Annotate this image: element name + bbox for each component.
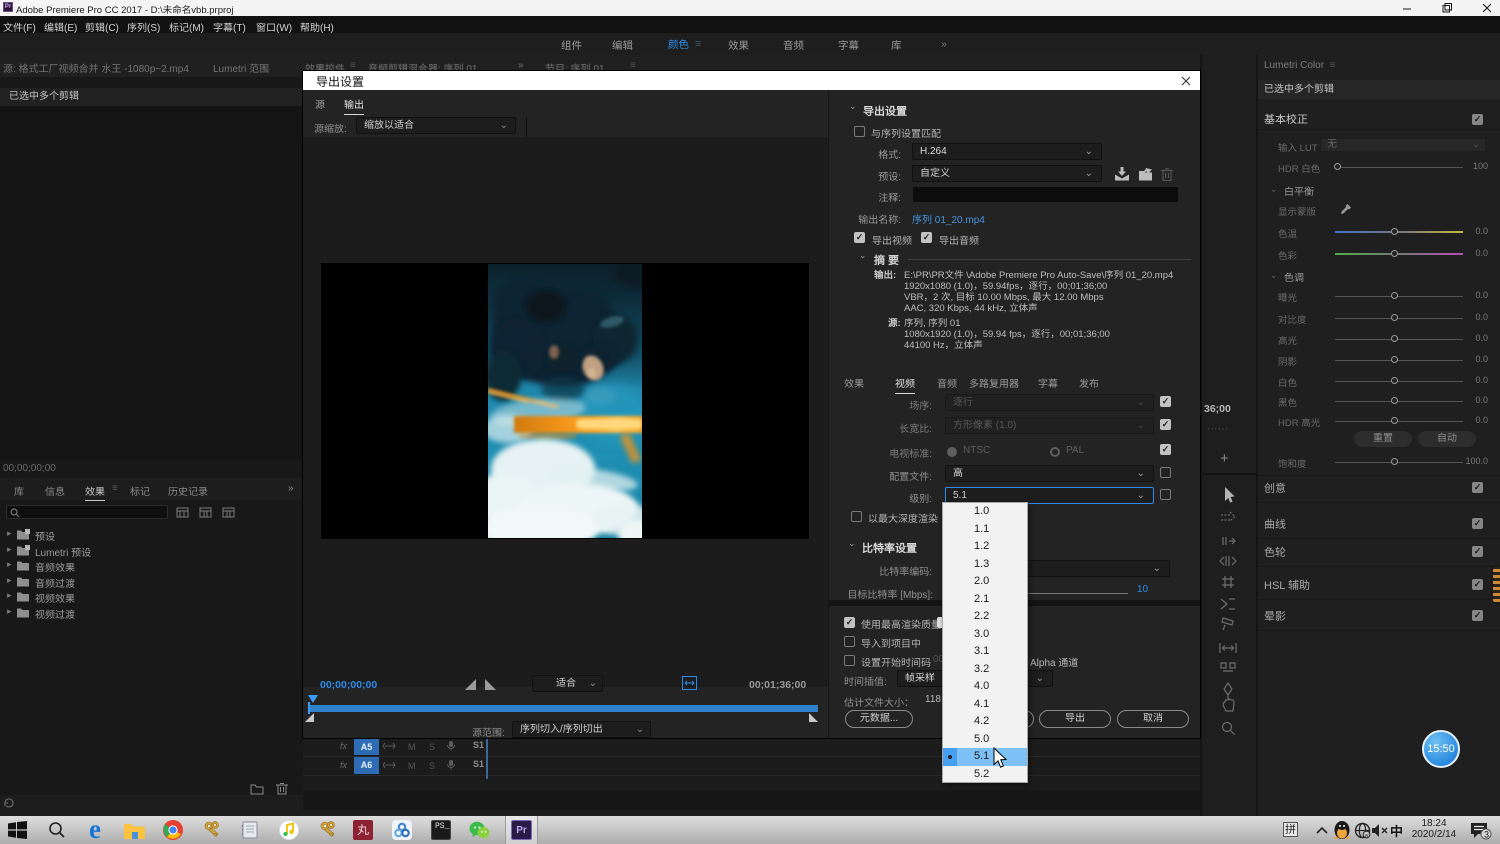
svg-text:M: M [408, 742, 416, 752]
svg-text:3: 3 [1484, 830, 1489, 840]
svg-text:M: M [408, 761, 416, 771]
svg-text:S: S [429, 761, 435, 771]
svg-text:S: S [429, 742, 435, 752]
svg-text:w: w [1365, 833, 1369, 839]
